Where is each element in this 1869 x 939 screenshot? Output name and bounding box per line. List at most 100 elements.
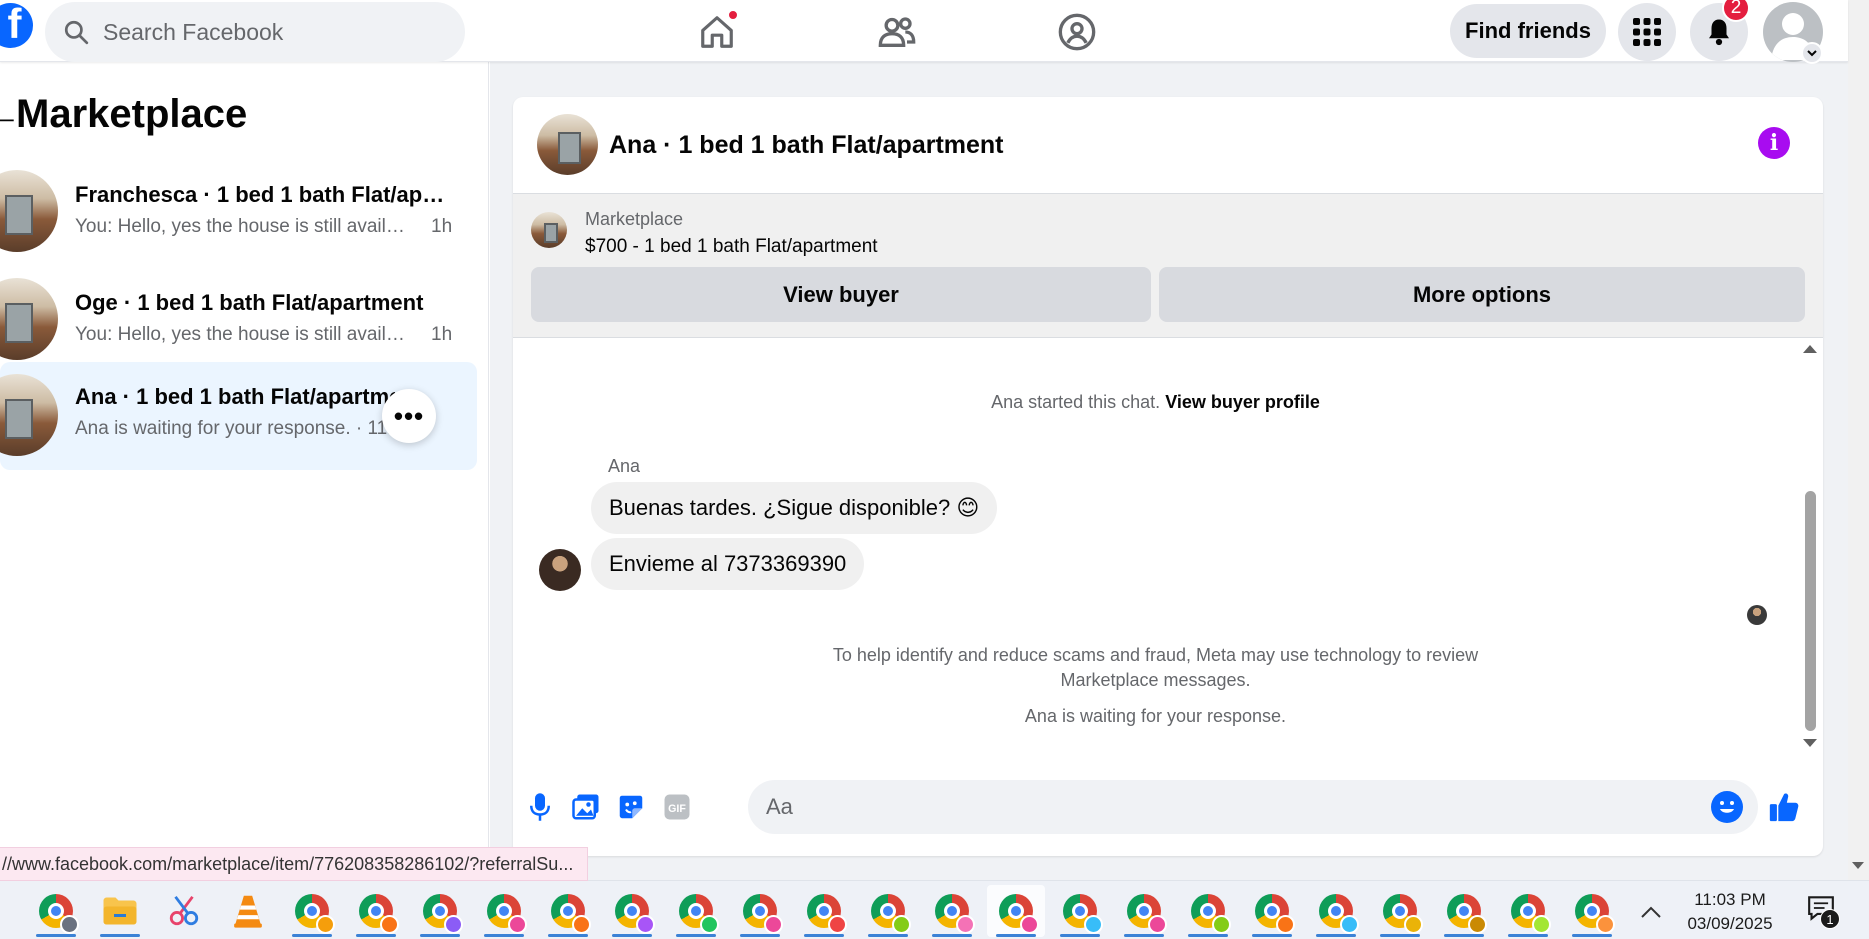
account-chevron[interactable] <box>1801 42 1823 64</box>
page-title: Marketplace <box>16 92 248 136</box>
scam-notice-line: To help identify and reduce scams and fr… <box>832 645 1479 665</box>
like-button[interactable] <box>1766 789 1802 825</box>
snipping-tool-icon <box>169 895 199 926</box>
taskbar-app-chrome[interactable] <box>411 885 469 937</box>
taskbar-app-chrome[interactable] <box>1499 885 1557 937</box>
listing-price-title[interactable]: $700 - 1 bed 1 bath Flat/apartment <box>585 236 878 258</box>
chevron-down-icon <box>1807 50 1817 57</box>
conversation-item-active[interactable]: Ana · 1 bed 1 bath Flat/apartment Ana is… <box>0 362 477 470</box>
menu-button[interactable] <box>1618 3 1676 61</box>
scroll-down-arrow[interactable] <box>1803 739 1817 747</box>
facebook-logo[interactable]: f <box>0 3 33 48</box>
chrome-icon <box>871 894 911 934</box>
chat-listing-thumbnail[interactable] <box>537 114 598 175</box>
scam-notice: To help identify and reduce scams and fr… <box>513 643 1798 693</box>
page-scrollbar[interactable] <box>1848 0 1869 880</box>
chrome-icon <box>1319 894 1359 934</box>
home-notification-dot <box>727 9 739 21</box>
conversation-name: Oge · 1 bed 1 bath Flat/apartment <box>75 290 424 315</box>
taskbar-app-chrome[interactable] <box>1563 885 1621 937</box>
preview-time: 1h <box>431 324 453 345</box>
taskbar-app-chrome[interactable] <box>27 885 85 937</box>
view-buyer-profile-link[interactable]: View buyer profile <box>1165 392 1320 412</box>
preview-time: 1h <box>431 216 453 237</box>
chrome-icon <box>1127 894 1167 934</box>
view-buyer-button[interactable]: View buyer <box>531 267 1151 322</box>
taskbar-app-snipping-tool[interactable] <box>155 885 213 937</box>
info-icon[interactable]: i <box>1758 127 1790 159</box>
attach-photo-button[interactable] <box>568 789 604 825</box>
message-scrollbar[interactable] <box>1798 339 1823 754</box>
back-arrow-icon[interactable]: ← <box>0 92 22 137</box>
chrome-icon <box>1255 894 1295 934</box>
system-clock[interactable]: 11:03 PM 03/09/2025 <box>1680 888 1780 936</box>
chat-area: Ana · 1 bed 1 bath Flat/apartment i Mark… <box>490 62 1848 880</box>
taskbar-app-chrome[interactable] <box>1179 885 1237 937</box>
conversation-name: Franchesca · 1 bed 1 bath Flat/apartment <box>75 182 445 207</box>
sticker-button[interactable] <box>613 789 649 825</box>
taskbar-app-chrome[interactable] <box>475 885 533 937</box>
emoji-icon[interactable] <box>1711 791 1743 823</box>
friends-tab[interactable] <box>873 8 921 56</box>
chat-header: Ana · 1 bed 1 bath Flat/apartment i <box>513 97 1823 194</box>
groups-tab[interactable] <box>1053 8 1101 56</box>
message-bubble[interactable]: Envieme al 7373369390 <box>591 538 865 590</box>
chrome-icon <box>1575 894 1615 934</box>
waiting-notice: Ana is waiting for your response. <box>1024 706 1287 726</box>
taskbar-app-chrome[interactable] <box>1307 885 1365 937</box>
taskbar-app-chrome[interactable] <box>347 885 405 937</box>
chrome-icon <box>679 894 719 934</box>
taskbar-app-chrome[interactable] <box>1435 885 1493 937</box>
notification-badge: 2 <box>1722 0 1750 22</box>
taskbar-app-chrome[interactable] <box>731 885 789 937</box>
taskbar-app-chrome[interactable] <box>1371 885 1429 937</box>
conversation-preview: You: Hello, yes the house is still avail… <box>75 216 452 238</box>
scroll-up-arrow[interactable] <box>1803 345 1817 353</box>
notification-center-badge: 1 <box>1820 909 1840 929</box>
chrome-icon <box>1191 894 1231 934</box>
page-scroll-down-arrow[interactable] <box>1852 862 1864 869</box>
search-facebook-input[interactable]: Search Facebook <box>45 2 465 62</box>
voice-clip-button[interactable] <box>522 789 558 825</box>
taskbar-app-chrome[interactable] <box>283 885 341 937</box>
vlc-cone-icon <box>234 895 262 928</box>
listing-card: Marketplace $700 - 1 bed 1 bath Flat/apa… <box>513 194 1823 338</box>
conversation-more-button[interactable]: ••• <box>382 389 436 443</box>
svg-text:GIF: GIF <box>668 803 686 815</box>
gif-button[interactable]: GIF <box>659 789 695 825</box>
chat-started-text: Ana started this chat. <box>991 392 1161 412</box>
chrome-icon <box>1447 894 1487 934</box>
system-tray-chevron-icon[interactable] <box>1640 899 1662 925</box>
sender-avatar[interactable] <box>539 549 581 591</box>
message-input[interactable]: Aa <box>748 780 1758 834</box>
search-placeholder: Search Facebook <box>103 18 284 45</box>
taskbar-app-file-explorer[interactable] <box>91 885 149 937</box>
home-tab[interactable] <box>693 8 741 56</box>
chrome-icon <box>487 894 527 934</box>
scrollbar-thumb[interactable] <box>1805 491 1816 731</box>
notifications-button[interactable]: 2 <box>1690 0 1750 61</box>
bell-icon <box>1709 19 1729 46</box>
taskbar-app-chrome[interactable] <box>923 885 981 937</box>
conversation-item[interactable]: Oge · 1 bed 1 bath Flat/apartment You: H… <box>0 266 477 374</box>
listing-thumbnail <box>0 278 58 360</box>
taskbar-app-chrome[interactable] <box>603 885 661 937</box>
more-options-button[interactable]: More options <box>1159 267 1805 322</box>
taskbar-app-chrome[interactable] <box>795 885 853 937</box>
taskbar-app-vlc[interactable] <box>219 885 277 937</box>
taskbar-app-chrome[interactable] <box>1115 885 1173 937</box>
chrome-icon <box>295 894 335 934</box>
taskbar-app-chrome[interactable] <box>859 885 917 937</box>
listing-thumbnail <box>0 170 58 252</box>
taskbar-app-chrome[interactable] <box>667 885 725 937</box>
taskbar-app-chrome[interactable] <box>539 885 597 937</box>
taskbar-app-chrome-active[interactable] <box>987 885 1045 937</box>
chrome-icon <box>615 894 655 934</box>
conversation-item[interactable]: Franchesca · 1 bed 1 bath Flat/apartment… <box>0 158 477 266</box>
chat-title[interactable]: Ana · 1 bed 1 bath Flat/apartment <box>609 131 1004 160</box>
chrome-icon <box>1511 894 1551 934</box>
find-friends-button[interactable]: Find friends <box>1450 4 1606 58</box>
taskbar-app-chrome[interactable] <box>1243 885 1301 937</box>
taskbar-app-chrome[interactable] <box>1051 885 1109 937</box>
message-bubble[interactable]: Buenas tardes. ¿Sigue disponible? 😊 <box>591 482 998 534</box>
